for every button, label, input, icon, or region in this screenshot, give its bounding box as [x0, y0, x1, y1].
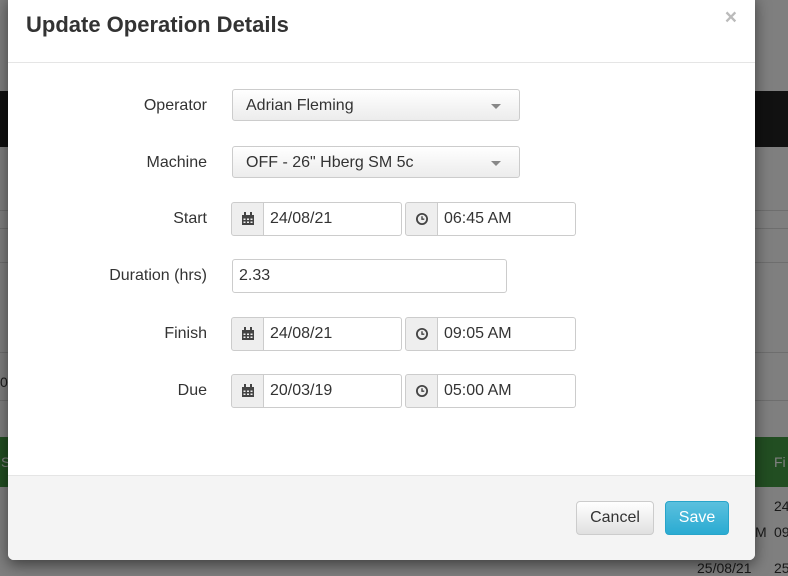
start-time-input[interactable]: 06:45 AM	[438, 202, 576, 236]
start-date-input[interactable]: 24/08/21	[264, 202, 402, 236]
finish-row: Finish 24/08/21 09:05 AM	[8, 317, 755, 353]
machine-select[interactable]: OFF - 26" Hberg SM 5c	[232, 146, 520, 178]
due-time-input[interactable]: 05:00 AM	[438, 374, 576, 408]
calendar-icon[interactable]	[231, 317, 264, 351]
duration-input[interactable]: 2.33	[232, 259, 507, 293]
calendar-icon[interactable]	[231, 374, 264, 408]
machine-value: OFF - 26" Hberg SM 5c	[246, 154, 414, 171]
close-icon[interactable]: ×	[725, 7, 737, 28]
operator-label: Operator	[143, 97, 207, 114]
modal-title: Update Operation Details	[26, 12, 289, 37]
duration-label: Duration (hrs)	[109, 267, 207, 284]
modal-header: Update Operation Details ×	[8, 0, 755, 63]
clock-icon[interactable]	[405, 374, 438, 408]
clock-icon[interactable]	[405, 202, 438, 236]
finish-date-input[interactable]: 24/08/21	[264, 317, 402, 351]
update-operation-modal: Update Operation Details × Operator Adri…	[8, 0, 755, 560]
due-row: Due 20/03/19 05:00 AM	[8, 374, 755, 410]
due-label: Due	[177, 382, 207, 399]
finish-label: Finish	[164, 325, 207, 342]
start-row: Start 24/08/21 06:45 AM	[8, 202, 755, 238]
duration-row: Duration (hrs) 2.33	[8, 259, 755, 295]
calendar-icon[interactable]	[231, 202, 264, 236]
operator-row: Operator Adrian Fleming	[8, 89, 755, 125]
clock-icon[interactable]	[405, 317, 438, 351]
operator-select[interactable]: Adrian Fleming	[232, 89, 520, 121]
chevron-down-icon	[491, 161, 501, 166]
cancel-button[interactable]: Cancel	[576, 501, 654, 535]
start-label: Start	[173, 210, 207, 227]
operator-value: Adrian Fleming	[246, 97, 354, 114]
machine-label: Machine	[146, 154, 207, 171]
finish-time-input[interactable]: 09:05 AM	[438, 317, 576, 351]
machine-row: Machine OFF - 26" Hberg SM 5c	[8, 146, 755, 182]
save-button[interactable]: Save	[665, 501, 729, 535]
modal-footer: Cancel Save	[8, 475, 755, 560]
chevron-down-icon	[491, 104, 501, 109]
due-date-input[interactable]: 20/03/19	[264, 374, 402, 408]
